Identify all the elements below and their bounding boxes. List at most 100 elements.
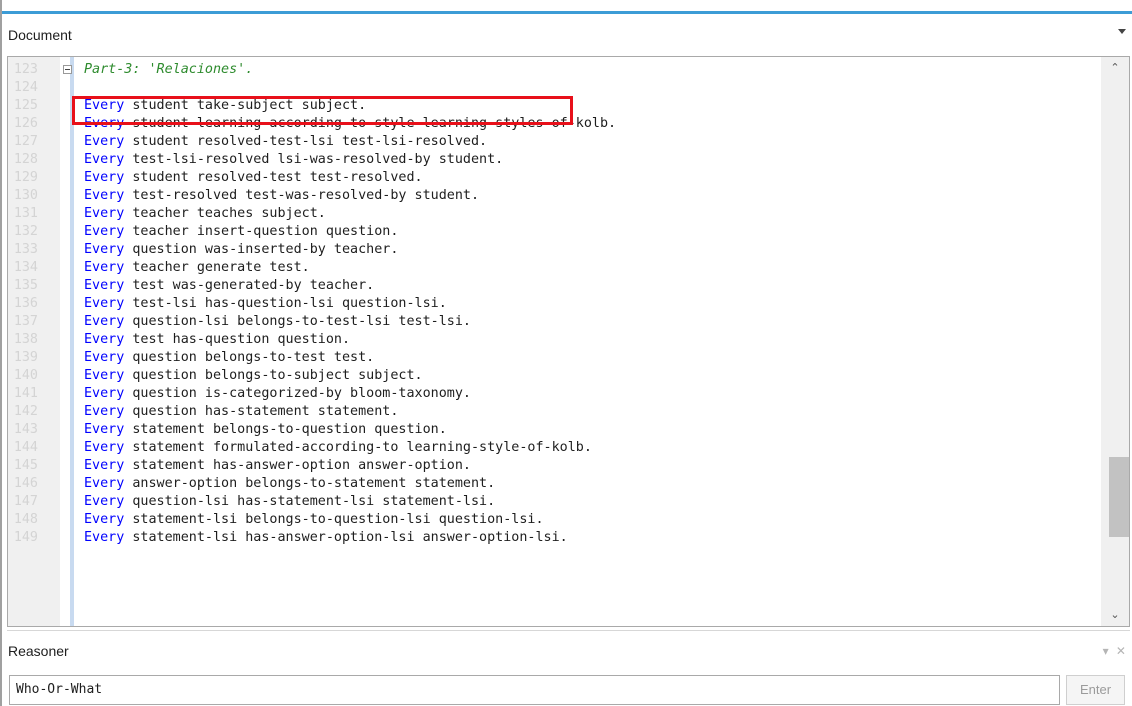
keyword-every: Every: [84, 170, 125, 185]
statement-text: question-lsi has-statement-lsi statement…: [124, 494, 496, 509]
statement-text: question is-categorized-by bloom-taxonom…: [124, 386, 471, 401]
code-line[interactable]: 130 Every test-resolved test-was-resolved…: [8, 187, 1103, 205]
statement-text: statement has-answer-option answer-optio…: [124, 458, 471, 473]
line-number: 133: [13, 242, 38, 257]
line-number: 131: [13, 206, 38, 221]
code-line[interactable]: 124: [8, 79, 1103, 97]
code-text: Every question is-categorized-by bloom-t…: [84, 385, 471, 403]
code-line[interactable]: 148 Every statement-lsi belongs-to-questi…: [8, 511, 1103, 529]
keyword-every: Every: [84, 260, 125, 275]
window-left-edge: [0, 0, 2, 706]
statement-text: test-resolved test-was-resolved-by stude…: [124, 188, 480, 203]
panel-menu-dropdown-icon[interactable]: [1118, 29, 1126, 34]
keyword-every: Every: [84, 458, 125, 473]
code-line[interactable]: 132 Every teacher insert-question questio…: [8, 223, 1103, 241]
code-text: Every statement formulated-according-to …: [84, 439, 592, 457]
code-line[interactable]: 128 Every test-lsi-resolved lsi-was-resol…: [8, 151, 1103, 169]
code-text: Every teacher insert-question question.: [84, 223, 398, 241]
enter-button[interactable]: Enter: [1066, 675, 1125, 705]
statement-text: answer-option belongs-to-statement state…: [124, 476, 496, 491]
panel-divider: [7, 630, 1130, 631]
keyword-every: Every: [84, 332, 125, 347]
highlight-annotation-box: [72, 96, 573, 125]
document-panel-title: Document: [8, 27, 72, 43]
line-number: 139: [13, 350, 38, 365]
code-text: Every question belongs-to-subject subjec…: [84, 367, 423, 385]
code-line[interactable]: 142 Every question has-statement statemen…: [8, 403, 1103, 421]
keyword-every: Every: [84, 512, 125, 527]
code-text: Every statement has-answer-option answer…: [84, 457, 471, 475]
statement-text: question-lsi belongs-to-test-lsi test-ls…: [124, 314, 471, 329]
line-number: 144: [13, 440, 38, 455]
code-line[interactable]: 133 Every question was-inserted-by teache…: [8, 241, 1103, 259]
code-line[interactable]: 134 Every teacher generate test.: [8, 259, 1103, 277]
statement-text: student resolved-test-lsi test-lsi-resol…: [124, 134, 488, 149]
line-number: 143: [13, 422, 38, 437]
query-input[interactable]: Who-Or-What: [9, 675, 1060, 705]
keyword-every: Every: [84, 314, 125, 329]
code-line[interactable]: 136 Every test-lsi has-question-lsi quest…: [8, 295, 1103, 313]
code-text: Every student resolved-test-lsi test-lsi…: [84, 133, 487, 151]
keyword-every: Every: [84, 278, 125, 293]
keyword-every: Every: [84, 386, 125, 401]
panel-controls[interactable]: ▾ ✕: [1103, 644, 1128, 658]
line-number: 137: [13, 314, 38, 329]
fold-toggle-icon[interactable]: [63, 65, 72, 74]
line-number: 145: [13, 458, 38, 473]
keyword-every: Every: [84, 224, 125, 239]
code-lines: 123 Part-3: 'Relaciones'. 124 125 Every stud…: [8, 61, 1103, 547]
code-line[interactable]: 139 Every question belongs-to-test test.: [8, 349, 1103, 367]
keyword-every: Every: [84, 296, 125, 311]
code-line[interactable]: 144 Every statement formulated-according-…: [8, 439, 1103, 457]
code-text: Part-3: 'Relaciones'.: [84, 61, 253, 79]
code-line[interactable]: 129 Every student resolved-test test-reso…: [8, 169, 1103, 187]
statement-text: statement-lsi has-answer-option-lsi answ…: [124, 530, 568, 545]
reasoner-panel-header: Reasoner ▾ ✕: [4, 640, 1132, 662]
code-text: Every question has-statement statement.: [84, 403, 398, 421]
line-number: 126: [13, 116, 38, 131]
code-line[interactable]: 145 Every statement has-answer-option ans…: [8, 457, 1103, 475]
line-number: 140: [13, 368, 38, 383]
statement-text: test-lsi-resolved lsi-was-resolved-by st…: [124, 152, 504, 167]
chevron-up-icon[interactable]: ⌃: [1101, 57, 1129, 79]
line-number: 134: [13, 260, 38, 275]
statement-text: test has-question question.: [124, 332, 351, 347]
code-line[interactable]: 131 Every teacher teaches subject.: [8, 205, 1103, 223]
code-line[interactable]: 146 Every answer-option belongs-to-statem…: [8, 475, 1103, 493]
code-line[interactable]: 140 Every question belongs-to-subject sub…: [8, 367, 1103, 385]
statement-text: teacher teaches subject.: [124, 206, 326, 221]
line-number: 142: [13, 404, 38, 419]
accent-bar: [2, 11, 1132, 14]
code-line[interactable]: 138 Every test has-question question.: [8, 331, 1103, 349]
vertical-scrollbar[interactable]: ⌃ ⌄: [1101, 57, 1129, 626]
line-number: 124: [13, 80, 38, 95]
code-editor[interactable]: 123 Part-3: 'Relaciones'. 124 125 Every stud…: [7, 56, 1130, 627]
code-line[interactable]: 127 Every student resolved-test-lsi test-…: [8, 133, 1103, 151]
statement-text: test-lsi has-question-lsi question-lsi.: [124, 296, 447, 311]
line-number: 138: [13, 332, 38, 347]
scrollbar-thumb[interactable]: [1109, 457, 1129, 537]
code-line[interactable]: 137 Every question-lsi belongs-to-test-ls…: [8, 313, 1103, 331]
line-number: 129: [13, 170, 38, 185]
code-line[interactable]: 123 Part-3: 'Relaciones'.: [8, 61, 1103, 79]
code-line[interactable]: 141 Every question is-categorized-by bloo…: [8, 385, 1103, 403]
code-text: Every test-lsi-resolved lsi-was-resolved…: [84, 151, 503, 169]
code-text: Every teacher teaches subject.: [84, 205, 326, 223]
keyword-every: Every: [84, 404, 125, 419]
chevron-down-icon[interactable]: ⌄: [1101, 604, 1129, 626]
statement-text: question was-inserted-by teacher.: [124, 242, 399, 257]
line-number: 125: [13, 98, 38, 113]
code-line[interactable]: 147 Every question-lsi has-statement-lsi …: [8, 493, 1103, 511]
statement-text: question belongs-to-test test.: [124, 350, 375, 365]
line-number: 127: [13, 134, 38, 149]
code-text: Every test-resolved test-was-resolved-by…: [84, 187, 479, 205]
code-text: Every test was-generated-by teacher.: [84, 277, 374, 295]
statement-text: student resolved-test test-resolved.: [124, 170, 423, 185]
code-text: Every question-lsi has-statement-lsi sta…: [84, 493, 495, 511]
code-line[interactable]: 149 Every statement-lsi has-answer-option…: [8, 529, 1103, 547]
code-text: Every student resolved-test test-resolve…: [84, 169, 423, 187]
line-number: 147: [13, 494, 38, 509]
code-line[interactable]: 135 Every test was-generated-by teacher.: [8, 277, 1103, 295]
code-line[interactable]: 143 Every statement belongs-to-question q…: [8, 421, 1103, 439]
keyword-every: Every: [84, 422, 125, 437]
